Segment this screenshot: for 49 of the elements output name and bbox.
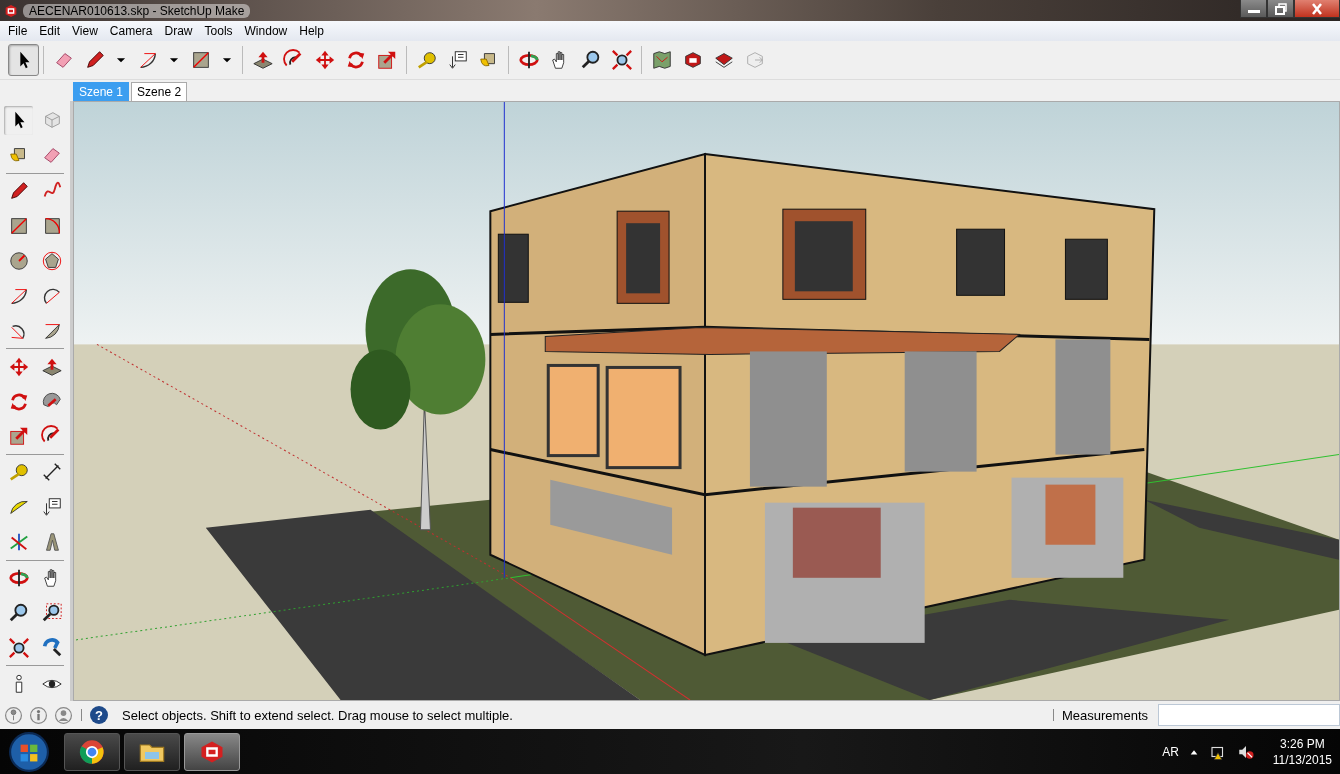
menu-item[interactable]: Draw: [158, 24, 199, 38]
measurements-field[interactable]: [1158, 704, 1340, 726]
minimize-button[interactable]: [1240, 0, 1267, 18]
move-arrows-icon: [313, 49, 336, 71]
browser-icon: [78, 737, 106, 766]
menu-item[interactable]: Camera: [103, 24, 159, 38]
restore-button[interactable]: [1267, 0, 1294, 18]
menu-item[interactable]: View: [66, 24, 104, 38]
menu-item[interactable]: Edit: [33, 24, 67, 38]
map-icon: [650, 49, 673, 71]
menu-item[interactable]: Window: [238, 24, 294, 38]
clock-time[interactable]: 3:26 PM: [1280, 735, 1325, 752]
orbit-icon: [517, 49, 540, 71]
menu-item[interactable]: Tools: [198, 24, 239, 38]
scene-tab[interactable]: Szene 2: [131, 82, 188, 101]
minimize-icon: [1247, 10, 1260, 13]
folder-taskbar-button[interactable]: [124, 732, 180, 771]
scale-icon: [7, 425, 30, 448]
menu-item[interactable]: Help: [293, 24, 330, 38]
close-button[interactable]: [1294, 0, 1340, 18]
orbit-icon: [7, 567, 30, 589]
user-icon[interactable]: [54, 705, 73, 725]
info-icon[interactable]: [29, 705, 48, 725]
help-icon[interactable]: ?: [90, 706, 108, 724]
scale-icon: [375, 49, 398, 71]
window-title: AECENAR010613.skp - SketchUp Make: [23, 3, 251, 18]
start-button[interactable]: [8, 730, 50, 773]
zoom-icon: [7, 601, 30, 624]
3d-viewport[interactable]: [73, 101, 1340, 701]
push-pull-icon: [251, 49, 274, 71]
menu-item[interactable]: File: [2, 24, 34, 38]
tape-measure-icon: [415, 49, 438, 71]
browser-taskbar-button[interactable]: [64, 732, 120, 771]
previous-view-icon: [40, 636, 63, 659]
zoom-icon: [579, 49, 602, 71]
measurements-label: Measurements: [1062, 707, 1148, 723]
tool-button[interactable]: [8, 44, 39, 76]
zoom-window-icon: [40, 601, 63, 624]
clock-date[interactable]: 11/13/2015: [1272, 751, 1332, 768]
app-logo-icon: [3, 2, 19, 19]
polygon-icon: [40, 250, 63, 272]
circle-icon: [7, 250, 30, 272]
input-language[interactable]: AR: [1162, 744, 1179, 759]
sketchup-taskbar-button[interactable]: [184, 732, 240, 771]
geo-location-icon[interactable]: [4, 705, 23, 725]
status-hint: Select objects. Shift to extend select. Drag mouse to select multiple.: [122, 707, 513, 723]
zoom-extents-icon: [7, 636, 30, 659]
move-arrows-icon: [7, 355, 30, 378]
zoom-extents-icon: [610, 49, 633, 71]
